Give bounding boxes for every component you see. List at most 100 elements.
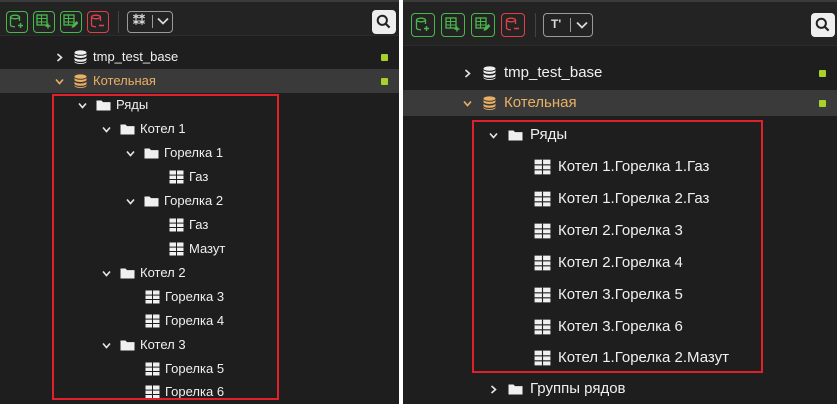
- tree-item-label: Котел 3: [140, 337, 186, 352]
- tree-item-gorelka-5[interactable]: Горелка 5: [0, 357, 399, 381]
- folder-icon: [144, 194, 159, 208]
- table-icon: [534, 350, 551, 366]
- chevron-down-icon[interactable]: [489, 131, 498, 140]
- chevron-down-icon[interactable]: [126, 149, 135, 158]
- dropdown-divider: [570, 18, 571, 32]
- chevron-down-icon[interactable]: [102, 125, 111, 134]
- edit-table-icon: [475, 17, 490, 32]
- tree-folder-kotel-3[interactable]: Котел 3: [0, 333, 399, 357]
- search-icon: [815, 17, 830, 32]
- status-dot: [819, 100, 826, 107]
- search-icon: [376, 14, 391, 29]
- tree-item-label: Котел 2.Горелка 3: [558, 222, 683, 239]
- tree-folder-rows[interactable]: Ряды: [0, 93, 399, 117]
- table-icon: [145, 314, 160, 328]
- tree-item-label: Горелка 1: [164, 145, 224, 160]
- remove-database-button[interactable]: [87, 11, 109, 33]
- add-table-button[interactable]: [33, 11, 55, 33]
- chevron-down-icon[interactable]: [78, 101, 87, 110]
- chevron-right-icon[interactable]: [489, 385, 498, 394]
- tree-item-label: Котел 2: [140, 265, 186, 280]
- table-icon: [534, 319, 551, 335]
- tree-item-series[interactable]: Котел 3.Горелка 5: [403, 282, 837, 308]
- folder-icon: [508, 128, 523, 142]
- tree-item-gaz[interactable]: Газ: [0, 165, 399, 189]
- tree-item-label: tmp_test_base: [504, 64, 603, 81]
- tree-item-label: Котельная: [93, 73, 156, 88]
- chevron-right-icon[interactable]: [55, 53, 64, 62]
- tree-item-gorelka-4[interactable]: Горелка 4: [0, 309, 399, 333]
- dropdown-divider: [152, 15, 153, 28]
- folder-icon: [96, 98, 111, 112]
- tree-item-label: Котел 2.Горелка 4: [558, 254, 683, 271]
- chevron-down-icon[interactable]: [463, 99, 472, 108]
- tree-item-label: Котел 1: [140, 121, 186, 136]
- tree-item-label: Горелка 5: [165, 361, 225, 376]
- tree-item-label: Котел 1.Горелка 1.Газ: [558, 158, 710, 175]
- tree-item-series[interactable]: Котел 2.Горелка 3: [403, 218, 837, 244]
- chevron-right-icon[interactable]: [463, 69, 472, 78]
- tree-item-label: Горелка 2: [164, 193, 224, 208]
- tree-item-series[interactable]: Котел 2.Горелка 4: [403, 250, 837, 276]
- tree-item-series[interactable]: Котел 3.Горелка 6: [403, 314, 837, 340]
- add-table-button[interactable]: [441, 13, 465, 37]
- table-icon: [534, 159, 551, 175]
- table-icon: [169, 218, 184, 232]
- tree-item-gorelka-6[interactable]: Горелка 6: [0, 380, 399, 404]
- object-tree-panel-hierarchical: ⁑⁑ tmp_test_base Котельная Ряды Котел 1 …: [0, 0, 399, 404]
- chevron-down-icon[interactable]: [102, 269, 111, 278]
- folder-icon: [120, 266, 135, 280]
- tree-folder-rows[interactable]: Ряды: [403, 122, 837, 148]
- tree-item-mazut[interactable]: Мазут: [0, 237, 399, 261]
- tree-item-gorelka-3[interactable]: Горелка 3: [0, 285, 399, 309]
- tree-item-series[interactable]: Котел 1.Горелка 2.Мазут: [403, 345, 837, 371]
- table-icon: [169, 242, 184, 256]
- tree-item-tmp-test-base[interactable]: tmp_test_base: [403, 60, 837, 86]
- remove-database-icon: [505, 17, 520, 32]
- tree-item-label: Котел 3.Горелка 5: [558, 286, 683, 303]
- tree-item-label: Мазут: [189, 241, 226, 256]
- add-database-button[interactable]: [6, 11, 28, 33]
- tree-item-label: Горелка 6: [165, 384, 225, 399]
- table-icon: [534, 287, 551, 303]
- status-dot: [819, 70, 826, 77]
- add-database-icon: [415, 17, 430, 32]
- tree-item-series[interactable]: Котел 1.Горелка 1.Газ: [403, 154, 837, 180]
- tree-view: tmp_test_base Котельная Ряды Котел 1.Гор…: [403, 47, 837, 404]
- tree-folder-row-groups[interactable]: Группы рядов: [403, 376, 837, 402]
- status-dot: [381, 54, 388, 61]
- add-database-button[interactable]: [411, 13, 435, 37]
- tree-folder-gorelka-2[interactable]: Горелка 2: [0, 189, 399, 213]
- database-icon: [482, 96, 497, 110]
- tree-item-label: Котельная: [504, 94, 577, 111]
- chevron-down-icon[interactable]: [55, 77, 64, 86]
- tree-item-label: Горелка 4: [165, 313, 225, 328]
- remove-database-button[interactable]: [501, 13, 525, 37]
- chevron-down-icon[interactable]: [126, 197, 135, 206]
- toolbar-separator: [535, 13, 536, 37]
- tree-item-label: Газ: [189, 169, 209, 184]
- table-icon: [534, 191, 551, 207]
- search-button[interactable]: [372, 10, 396, 34]
- tree-toolbar: ⁑⁑: [0, 0, 399, 36]
- add-database-icon: [9, 14, 24, 29]
- tree-folder-gorelka-1[interactable]: Горелка 1: [0, 141, 399, 165]
- tree-folder-kotel-1[interactable]: Котел 1: [0, 117, 399, 141]
- view-mode-dropdown[interactable]: ⁑⁑: [127, 11, 173, 33]
- view-mode-dropdown[interactable]: T': [543, 13, 593, 37]
- tree-item-gaz[interactable]: Газ: [0, 213, 399, 237]
- tree-item-kotelnaya[interactable]: Котельная: [403, 90, 837, 116]
- tree-item-kotelnaya[interactable]: Котельная: [0, 69, 399, 93]
- tree-item-tmp-test-base[interactable]: tmp_test_base: [0, 45, 399, 69]
- chevron-down-icon[interactable]: [102, 341, 111, 350]
- search-button[interactable]: [811, 13, 835, 37]
- edit-table-button[interactable]: [60, 11, 82, 33]
- tree-item-series[interactable]: Котел 1.Горелка 2.Газ: [403, 186, 837, 212]
- table-icon: [534, 223, 551, 239]
- edit-table-button[interactable]: [471, 13, 495, 37]
- database-icon: [482, 66, 497, 80]
- tree-folder-kotel-2[interactable]: Котел 2: [0, 261, 399, 285]
- tree-item-label: Горелка 3: [165, 289, 225, 304]
- tree-item-label: Котел 3.Горелка 6: [558, 318, 683, 335]
- table-icon: [145, 385, 160, 399]
